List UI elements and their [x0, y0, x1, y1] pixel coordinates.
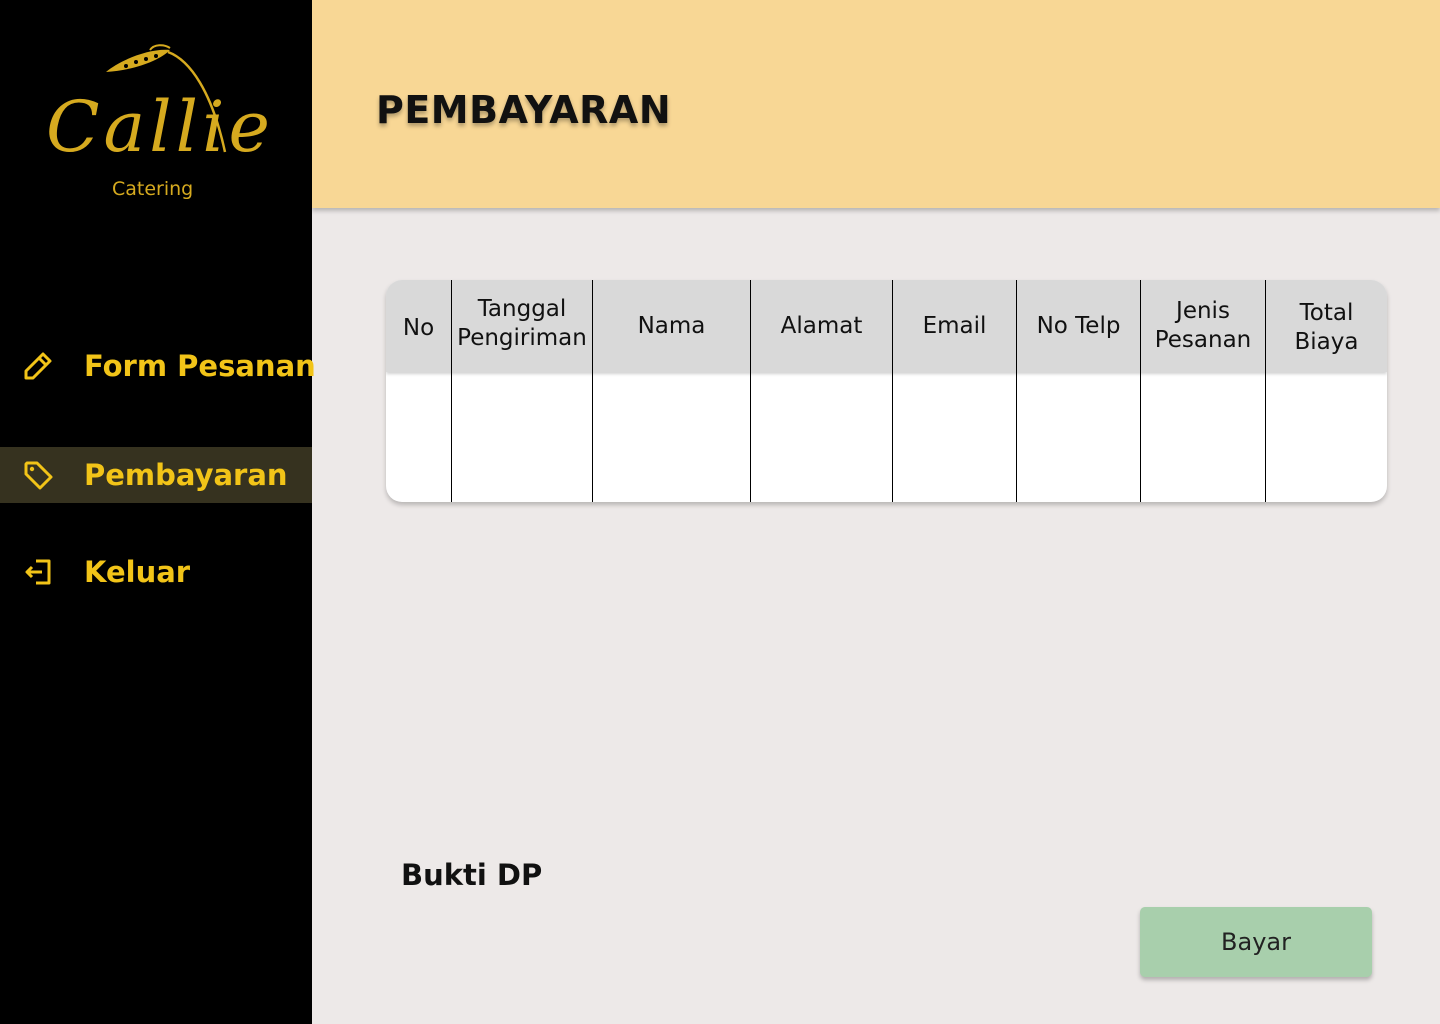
sidebar-item-keluar[interactable]: Keluar	[0, 544, 312, 600]
page-header: PEMBAYARAN	[312, 0, 1440, 208]
table-header: No Tanggal Pengiriman Nama Alamat Email …	[386, 280, 1387, 372]
column-header-jenis-pesanan: Jenis Pesanan	[1154, 298, 1252, 353]
page-title: PEMBAYARAN	[376, 88, 672, 132]
sidebar: Callie Catering Form Pesanan Pembayaran	[0, 0, 316, 1024]
bayar-button[interactable]: Bayar	[1140, 907, 1372, 977]
payment-table: No Tanggal Pengiriman Nama Alamat Email …	[386, 280, 1387, 502]
column-header-email: Email	[922, 312, 987, 339]
sidebar-item-label: Pembayaran	[84, 458, 288, 492]
brand-logo: Callie Catering	[40, 42, 270, 212]
logout-icon	[22, 556, 54, 588]
column-header-alamat: Alamat	[780, 312, 863, 339]
pencil-icon	[22, 350, 54, 382]
sidebar-item-label: Keluar	[84, 555, 191, 589]
column-header-nama: Nama	[637, 312, 706, 339]
column-header-no: No	[402, 314, 435, 341]
column-header-tanggal-pengiriman: Tanggal Pengiriman	[457, 296, 587, 351]
column-header-total-biaya: Total Biaya	[1294, 300, 1359, 355]
column-header-no-telp: No Telp	[1036, 312, 1121, 339]
sidebar-item-form-pesanan[interactable]: Form Pesanan	[0, 338, 316, 394]
sidebar-item-label: Form Pesanan	[84, 349, 316, 383]
table-body-row-empty	[386, 372, 1387, 502]
brand-tagline: Catering	[112, 178, 194, 200]
brand-name: Callie	[46, 86, 274, 168]
sidebar-item-pembayaran[interactable]: Pembayaran	[0, 447, 312, 503]
bukti-dp-label: Bukti DP	[401, 858, 543, 892]
tag-icon	[22, 459, 54, 491]
